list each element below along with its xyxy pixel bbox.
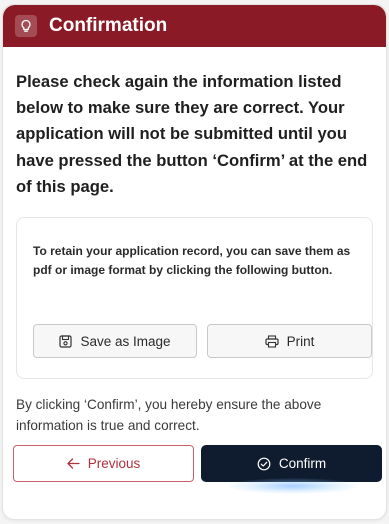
confirm-label: Confirm	[278, 456, 327, 471]
check-circle-icon	[257, 457, 271, 470]
confirmation-card: Confirmation Please check again the info…	[2, 4, 387, 520]
save-icon	[59, 334, 73, 348]
print-button[interactable]: Print	[207, 324, 372, 358]
arrow-left-icon	[67, 458, 80, 469]
lightbulb-icon	[15, 15, 37, 37]
print-label: Print	[286, 333, 315, 349]
save-record-panel: To retain your application record, you c…	[16, 217, 373, 379]
save-as-image-label: Save as Image	[80, 333, 171, 349]
previous-label: Previous	[87, 456, 141, 471]
print-icon	[265, 334, 279, 348]
card-header: Confirmation	[3, 5, 386, 47]
confirm-button[interactable]: Confirm	[201, 445, 382, 482]
confirm-notice-text: By clicking ‘Confirm’, you hereby ensure…	[16, 397, 322, 434]
intro-text: Please check again the information liste…	[16, 72, 368, 196]
save-record-text: To retain your application record, you c…	[33, 244, 351, 277]
page-title: Confirmation	[49, 15, 168, 36]
previous-button[interactable]: Previous	[13, 445, 194, 482]
save-as-image-button[interactable]: Save as Image	[33, 324, 197, 358]
